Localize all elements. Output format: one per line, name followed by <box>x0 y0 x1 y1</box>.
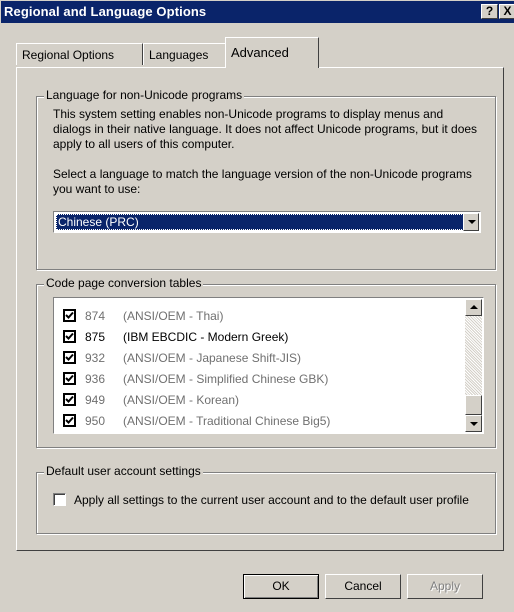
tab-advanced[interactable]: Advanced <box>225 37 319 68</box>
code-page-number: 875 <box>85 330 106 344</box>
code-page-name: (ANSI/OEM - Traditional Chinese Big5) <box>123 414 331 428</box>
scroll-up-button[interactable] <box>465 299 482 316</box>
code-page-number: 874 <box>85 309 106 323</box>
default-user-group-title: Default user account settings <box>44 464 203 478</box>
chevron-up-icon <box>470 305 478 309</box>
scroll-down-button[interactable] <box>465 415 482 432</box>
dropdown-button[interactable] <box>463 213 479 231</box>
checkbox[interactable] <box>63 330 76 343</box>
code-page-number: 950 <box>85 414 106 428</box>
apply-default-user-checkbox[interactable] <box>53 493 66 506</box>
code-page-number: 932 <box>85 351 106 365</box>
code-page-name: (ANSI/OEM - Simplified Chinese GBK) <box>123 372 329 386</box>
help-button[interactable]: ? <box>481 4 498 19</box>
code-page-list[interactable]: 874 (ANSI/OEM - Thai) 875 (IBM EBCDIC - … <box>53 297 484 434</box>
code-page-name: (ANSI/OEM - Japanese Shift-JIS) <box>123 351 302 365</box>
selected-language[interactable]: Chinese (PRC) <box>56 214 464 230</box>
code-page-group-title: Code page conversion tables <box>44 276 204 290</box>
non-unicode-description: This system setting enables non-Unicode … <box>53 107 478 151</box>
dropdown-field: Chinese (PRC) <box>55 213 464 231</box>
check-icon <box>65 374 74 382</box>
dialog-window: Regional and Language Options ? X Region… <box>0 0 514 612</box>
checkbox[interactable] <box>63 351 76 364</box>
close-button[interactable]: X <box>499 4 514 19</box>
non-unicode-group-title: Language for non-Unicode programs <box>44 88 245 102</box>
tab-regional-options[interactable]: Regional Options <box>16 43 143 65</box>
checkbox[interactable] <box>63 372 76 385</box>
check-icon <box>65 395 74 403</box>
ok-button[interactable]: OK <box>243 574 319 599</box>
checkbox[interactable] <box>63 414 76 427</box>
check-icon <box>65 311 74 319</box>
window-title: Regional and Language Options <box>4 4 207 19</box>
scroll-thumb[interactable] <box>465 395 482 415</box>
apply-button[interactable]: Apply <box>407 574 483 599</box>
tab-languages[interactable]: Languages <box>143 43 226 65</box>
language-dropdown[interactable]: Chinese (PRC) <box>53 211 481 233</box>
code-page-name: (ANSI/OEM - Thai) <box>123 309 224 323</box>
code-page-number: 936 <box>85 372 106 386</box>
code-page-list-items: 874 (ANSI/OEM - Thai) 875 (IBM EBCDIC - … <box>55 299 465 432</box>
code-page-name: (IBM EBCDIC - Modern Greek) <box>123 330 289 344</box>
apply-default-user-label: Apply all settings to the current user a… <box>74 493 469 507</box>
checkbox[interactable] <box>63 393 76 406</box>
code-page-name: (ANSI/OEM - Korean) <box>123 393 240 407</box>
language-select-label: Select a language to match the language … <box>53 167 472 196</box>
code-page-number: 949 <box>85 393 106 407</box>
check-icon <box>65 332 74 340</box>
cancel-button[interactable]: Cancel <box>325 574 401 599</box>
chevron-down-icon <box>470 422 478 426</box>
title-bar[interactable]: Regional and Language Options ? X <box>1 1 514 23</box>
check-icon <box>65 416 74 424</box>
checkbox[interactable] <box>63 309 76 322</box>
vertical-scrollbar[interactable] <box>465 299 482 432</box>
chevron-down-icon <box>468 220 476 224</box>
check-icon <box>65 353 74 361</box>
